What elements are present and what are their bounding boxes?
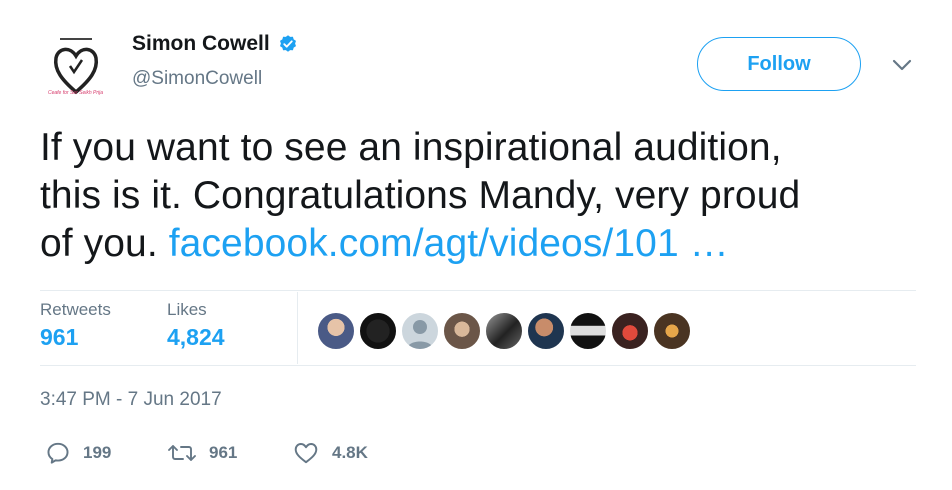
liker-avatar[interactable]	[610, 311, 650, 351]
chevron-down-icon[interactable]	[890, 56, 914, 74]
liker-avatar[interactable]	[652, 311, 692, 351]
liker-avatar[interactable]	[358, 311, 398, 351]
liker-avatar[interactable]	[316, 311, 356, 351]
liker-avatar[interactable]	[568, 311, 608, 351]
reply-count: 199	[83, 443, 112, 462]
default-avatar-icon	[407, 320, 433, 349]
liker-avatar[interactable]	[484, 311, 524, 351]
like-button[interactable]: 4.8K	[292, 440, 368, 466]
tweet-link[interactable]: facebook.com/agt/videos/101 …	[169, 222, 729, 265]
retweets-stat[interactable]: Retweets 961	[40, 300, 111, 351]
display-name-text[interactable]: Simon Cowell	[132, 32, 270, 56]
tweet-text-fragment: of you.	[40, 222, 158, 265]
tweet-text-line: If you want to see an inspirational audi…	[40, 126, 782, 169]
display-name[interactable]: Simon Cowell	[132, 32, 298, 56]
tweet-text-line: this is it. Congratulations Mandy, very …	[40, 174, 801, 217]
tweet-timestamp[interactable]: 3:47 PM - 7 Jun 2017	[40, 389, 222, 411]
tweet-text-line: of you. facebook.com/agt/videos/101 …	[40, 220, 930, 268]
follow-button[interactable]: Follow	[697, 37, 861, 91]
like-heart-icon	[294, 443, 318, 464]
retweets-count[interactable]: 961	[40, 324, 111, 351]
reply-button[interactable]: 199	[45, 440, 111, 466]
divider	[297, 292, 298, 364]
likes-stat[interactable]: Likes 4,824	[167, 300, 225, 351]
retweets-label: Retweets	[40, 300, 111, 319]
verified-badge-icon	[278, 34, 298, 54]
retweet-icon	[168, 445, 196, 461]
divider	[40, 365, 916, 366]
divider	[40, 290, 916, 291]
avatar-caption: Ceafe for Ser Seikh Prija	[48, 90, 104, 96]
reply-icon	[47, 442, 69, 464]
like-count: 4.8K	[332, 443, 368, 462]
liker-avatar[interactable]	[526, 311, 566, 351]
retweet-count: 961	[209, 443, 238, 462]
avatar[interactable]: Ceafe for Ser Seikh Prija	[38, 30, 114, 106]
likes-count[interactable]: 4,824	[167, 324, 225, 351]
user-handle[interactable]: @SimonCowell	[132, 68, 262, 90]
liker-avatar[interactable]	[442, 311, 482, 351]
liker-avatar[interactable]	[400, 311, 440, 351]
retweet-button[interactable]: 961	[167, 440, 237, 466]
likes-label: Likes	[167, 300, 207, 319]
tweet-text: If you want to see an inspirational audi…	[40, 124, 930, 268]
